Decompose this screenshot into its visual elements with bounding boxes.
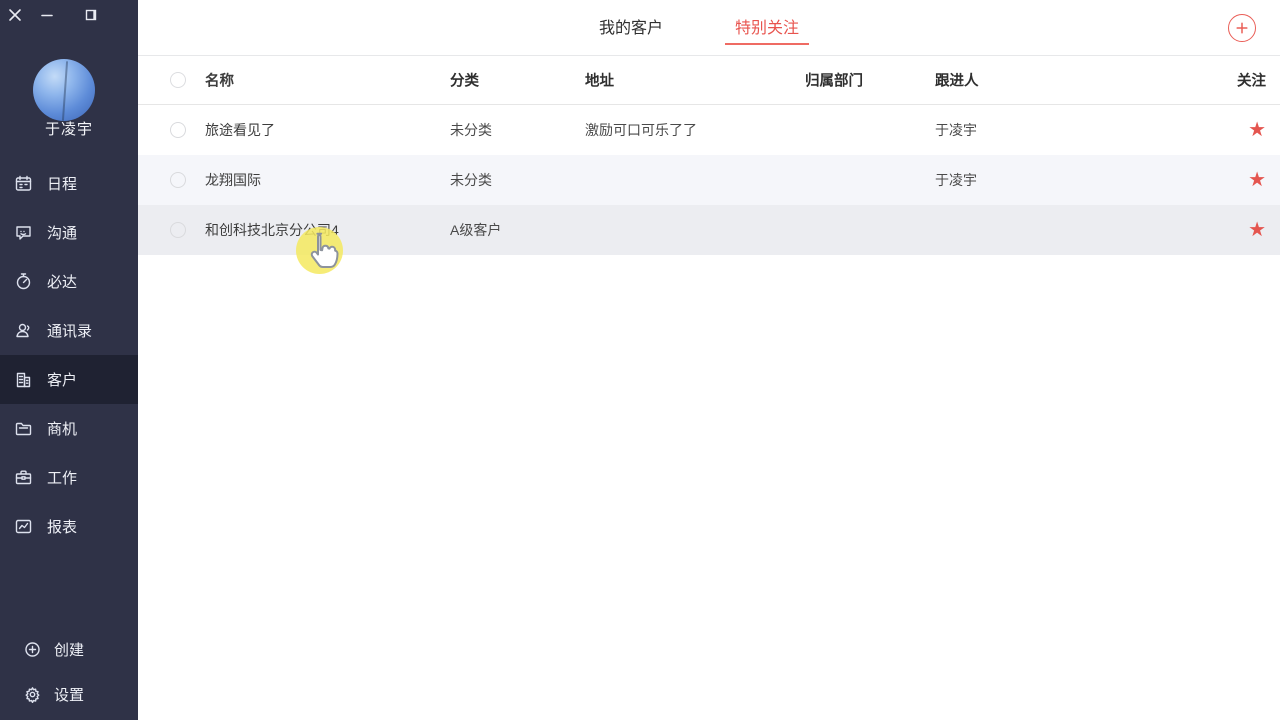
close-icon <box>7 7 23 23</box>
crm-app-window: 于凌宇 日程沟通必达通讯录客户商机工作报表 创建设置 我的客户 特别关注 名称 分… <box>0 0 1280 720</box>
user-name: 于凌宇 <box>0 118 138 139</box>
sidebar-item-5[interactable]: 客户 <box>0 355 138 404</box>
plus-icon <box>1234 20 1250 36</box>
minimize-icon <box>39 7 55 23</box>
tab-1[interactable]: 我的客户 <box>597 10 665 45</box>
minimize-button[interactable] <box>36 4 58 26</box>
cell-follower: 于凌宇 <box>935 170 977 190</box>
sidebar-item-label: 报表 <box>47 516 77 537</box>
sidebar-item-label: 必达 <box>47 271 77 292</box>
avatar[interactable] <box>33 59 95 121</box>
sidebar-item-label: 工作 <box>47 467 77 488</box>
sidebar-item-label: 日程 <box>47 173 77 194</box>
cell-category: 未分类 <box>450 120 492 140</box>
cell-name: 旅途看见了 <box>205 120 275 140</box>
sidebar-item-label: 设置 <box>54 684 84 705</box>
tab-2[interactable]: 特别关注 <box>733 10 801 45</box>
add-customer-button[interactable] <box>1228 14 1256 42</box>
sidebar-item-label: 客户 <box>47 369 77 390</box>
table-row[interactable]: 和创科技北京分公司4 A级客户 ★ <box>138 205 1280 255</box>
column-header-name[interactable]: 名称 <box>205 70 234 91</box>
topbar: 我的客户 特别关注 <box>138 0 1280 56</box>
maximize-button[interactable] <box>80 4 102 26</box>
sidebar-item-2[interactable]: 沟通 <box>0 208 138 257</box>
opportunity-folder-icon <box>15 420 32 437</box>
window-controls <box>0 4 138 30</box>
select-all-checkbox[interactable] <box>170 72 186 88</box>
cell-category: A级客户 <box>450 220 501 240</box>
chat-icon <box>15 224 32 241</box>
customers-building-icon <box>15 371 32 388</box>
sidebar-footer-item-1[interactable]: 创建 <box>0 627 138 672</box>
column-header-star[interactable]: 关注 <box>1237 70 1266 91</box>
sidebar-item-label: 沟通 <box>47 222 77 243</box>
cell-name: 龙翔国际 <box>205 170 261 190</box>
sidebar-footer-item-2[interactable]: 设置 <box>0 672 138 717</box>
row-checkbox[interactable] <box>170 122 186 138</box>
stopwatch-icon <box>15 273 32 290</box>
sidebar-item-1[interactable]: 日程 <box>0 159 138 208</box>
column-header-follower[interactable]: 跟进人 <box>935 70 979 91</box>
column-header-department[interactable]: 归属部门 <box>805 70 863 91</box>
cell-name: 和创科技北京分公司4 <box>205 220 339 240</box>
sidebar-footer: 创建设置 <box>0 627 138 717</box>
calendar-icon <box>15 175 32 192</box>
main-content: 我的客户特别关注 名称 分类 地址 归属部门 跟进人 关注 旅途看见了未分类激励… <box>138 0 1280 720</box>
row-checkbox[interactable] <box>170 172 186 188</box>
sidebar-item-7[interactable]: 工作 <box>0 453 138 502</box>
sidebar-item-label: 商机 <box>47 418 77 439</box>
column-header-category[interactable]: 分类 <box>450 70 479 91</box>
sidebar-item-4[interactable]: 通讯录 <box>0 306 138 355</box>
report-chart-icon <box>15 518 32 535</box>
sidebar-item-6[interactable]: 商机 <box>0 404 138 453</box>
plus-circle-icon <box>24 641 41 658</box>
cell-category: 未分类 <box>450 170 492 190</box>
gear-icon <box>24 686 41 703</box>
briefcase-icon <box>15 469 32 486</box>
column-header-address[interactable]: 地址 <box>585 70 614 91</box>
star-icon[interactable]: ★ <box>1248 220 1266 240</box>
row-checkbox[interactable] <box>170 222 186 238</box>
sidebar: 于凌宇 日程沟通必达通讯录客户商机工作报表 创建设置 <box>0 0 138 720</box>
tab-bar: 我的客户 特别关注 <box>597 10 801 45</box>
table-row[interactable]: 旅途看见了 未分类 激励可口可乐了了 于凌宇 ★ <box>138 105 1280 155</box>
sidebar-item-8[interactable]: 报表 <box>0 502 138 551</box>
sidebar-item-label: 通讯录 <box>47 320 92 341</box>
cell-address: 激励可口可乐了了 <box>585 120 697 140</box>
sidebar-item-3[interactable]: 必达 <box>0 257 138 306</box>
customer-table-body: 旅途看见了未分类激励可口可乐了了于凌宇★龙翔国际未分类于凌宇★和创科技北京分公司… <box>138 105 1280 255</box>
cell-follower: 于凌宇 <box>935 120 977 140</box>
star-icon[interactable]: ★ <box>1248 120 1266 140</box>
contacts-icon <box>15 322 32 339</box>
table-row[interactable]: 龙翔国际 未分类 于凌宇 ★ <box>138 155 1280 205</box>
table-header: 名称 分类 地址 归属部门 跟进人 关注 <box>138 56 1280 105</box>
sidebar-item-label: 创建 <box>54 639 84 660</box>
sidebar-menu: 日程沟通必达通讯录客户商机工作报表 <box>0 159 138 551</box>
star-icon[interactable]: ★ <box>1248 170 1266 190</box>
maximize-icon <box>83 7 99 23</box>
close-button[interactable] <box>4 4 26 26</box>
